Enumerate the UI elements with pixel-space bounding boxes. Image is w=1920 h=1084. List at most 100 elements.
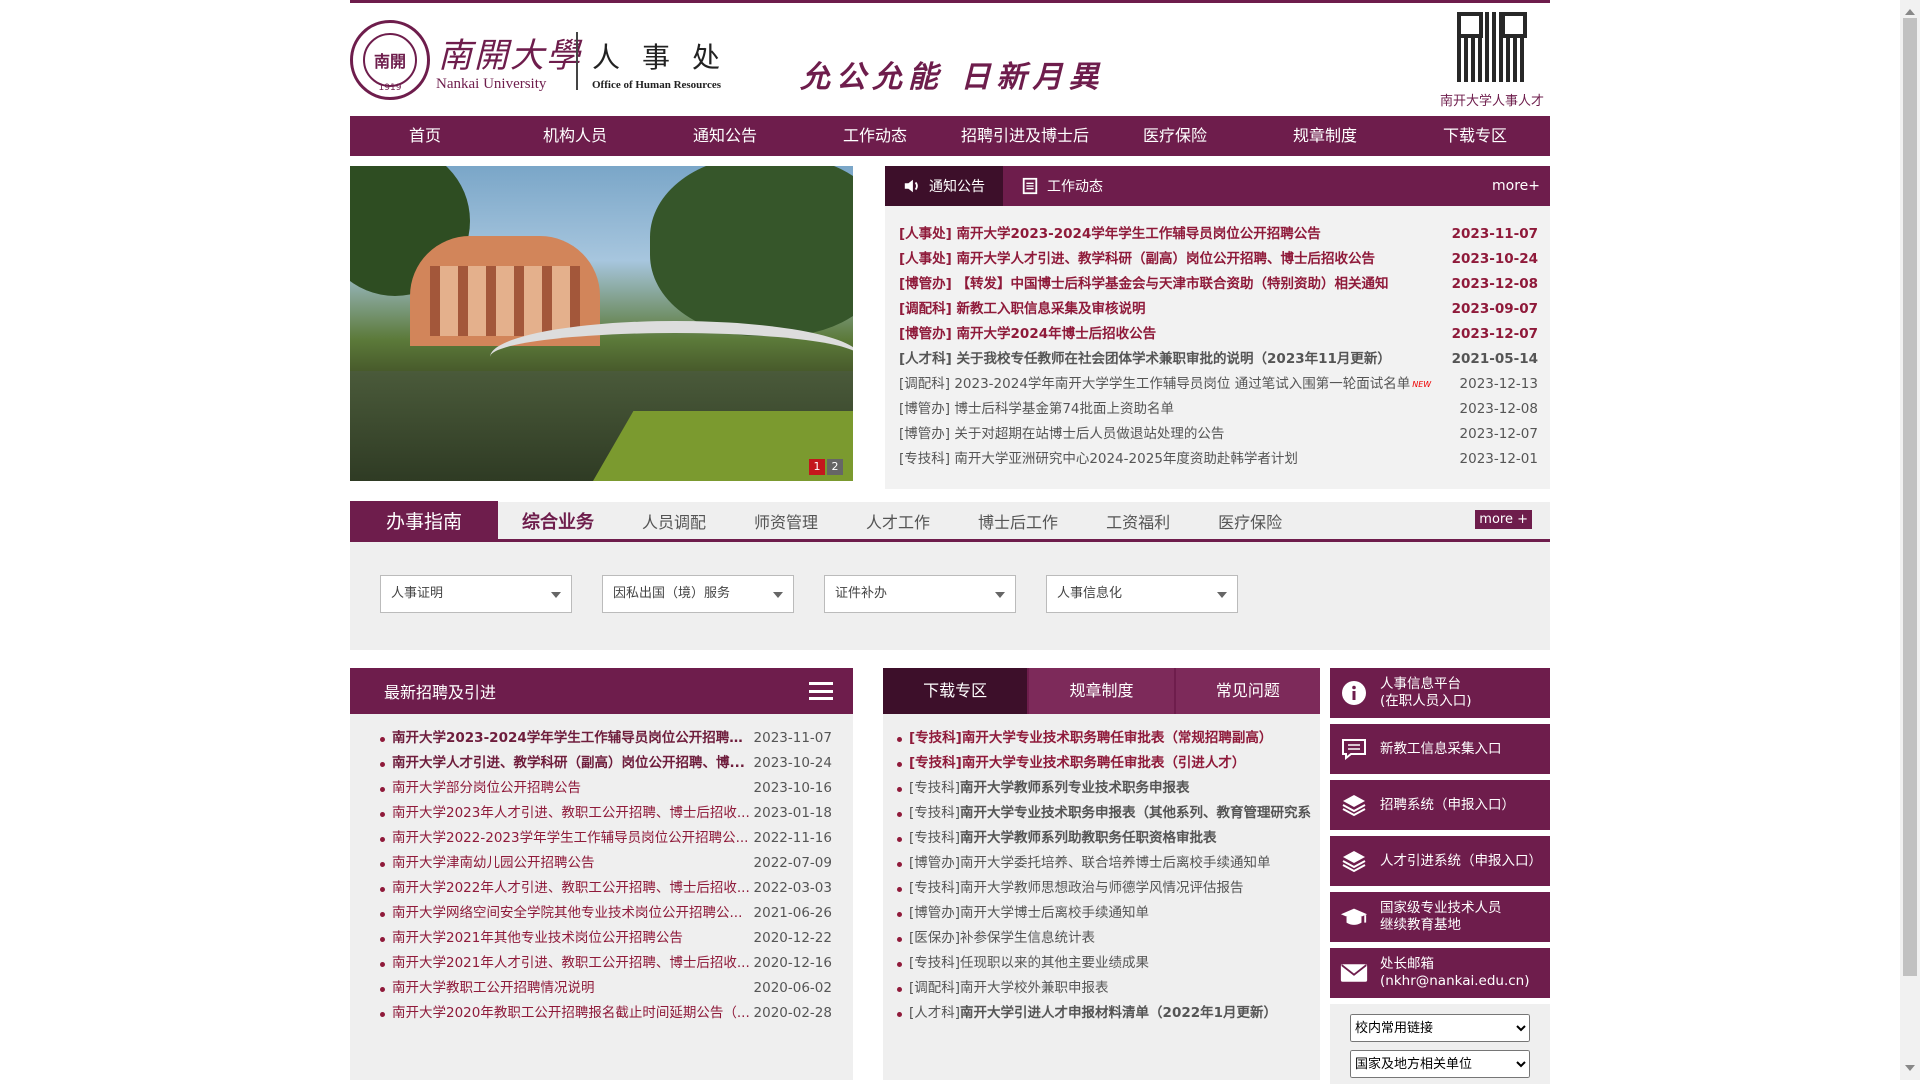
recruitment-item[interactable]: 南开大学2022年人才引进、教职工公开招聘、博士后招收... 2022-03-03	[378, 876, 853, 901]
banner-dot-1[interactable]: 1	[809, 459, 825, 475]
tab-general-business[interactable]: 综合业务	[498, 508, 618, 534]
notice-title[interactable]: [博管办] 【转发】中国博士后科学基金会与天津市联合资助（特别资助）相关通知	[899, 272, 1389, 297]
national-units-select[interactable]: 国家及地方相关单位	[1350, 1050, 1530, 1078]
recruitment-item[interactable]: 南开大学2022-2023学年学生工作辅导员岗位公开招聘公... 2022-11-…	[378, 826, 853, 851]
notice-item[interactable]: [调配科] 新教工入职信息采集及审核说明 2023-09-07	[899, 297, 1538, 322]
recruitment-title-link[interactable]: 南开大学教职工公开招聘情况说明	[392, 976, 752, 1001]
recruitment-item[interactable]: 南开大学2023年人才引进、教职工公开招聘、博士后招收... 2023-01-18	[378, 801, 853, 826]
nav-home[interactable]: 首页	[350, 116, 500, 156]
download-item[interactable]: [专技科]南开大学教师系列专业技术职务申报表	[895, 776, 1320, 801]
download-item[interactable]: [专技科]南开大学专业技术职务聘任审批表（引进人才）	[895, 751, 1320, 776]
recruitment-system-button[interactable]: 招聘系统（申报入口）	[1330, 780, 1550, 830]
director-mailbox-button[interactable]: 处长邮箱 (nkhr@nankai.edu.cn)	[1330, 948, 1550, 998]
notice-item[interactable]: [专技科] 南开大学亚洲研究中心2024-2025年度资助赴韩学者计划 2023-…	[899, 447, 1538, 472]
notice-title[interactable]: [人事处] 南开大学2023-2024学年学生工作辅导员岗位公开招聘公告	[899, 222, 1321, 247]
tab-postdoc-work[interactable]: 博士后工作	[954, 509, 1082, 533]
notice-title[interactable]: [人事处] 南开大学人才引进、教学科研（副高）岗位公开招聘、博士后招收公告	[899, 247, 1375, 272]
select-hr-certificate[interactable]: 人事证明	[380, 575, 572, 613]
tab-faculty-management[interactable]: 师资管理	[730, 509, 842, 533]
download-title[interactable]: 南开大学教师系列专业技术职务申报表	[960, 780, 1190, 796]
university-seal-logo[interactable]: 南開 1919	[350, 20, 430, 100]
download-title[interactable]: 南开大学校外兼职申报表	[960, 980, 1109, 996]
nav-downloads[interactable]: 下载专区	[1400, 116, 1550, 156]
guide-more-button[interactable]: more +	[1475, 510, 1532, 529]
scrollbar-thumb[interactable]	[1903, 18, 1917, 976]
tab-staff-allocation[interactable]: 人员调配	[618, 509, 730, 533]
download-title[interactable]: 补参保学生信息统计表	[960, 930, 1095, 946]
download-title[interactable]: 南开大学专业技术职务聘任审批表（常规招聘副高）	[962, 730, 1273, 746]
download-item[interactable]: [博管办]南开大学委托培养、联合培养博士后离校手续通知单	[895, 851, 1320, 876]
notice-item[interactable]: [博管办] 【转发】中国博士后科学基金会与天津市联合资助（特别资助）相关通知 20…	[899, 272, 1538, 297]
scroll-down-arrow-icon[interactable]	[1905, 1065, 1915, 1076]
recruitment-item[interactable]: 南开大学津南幼儿园公开招聘公告 2022-07-09	[378, 851, 853, 876]
continuing-education-button[interactable]: 国家级专业技术人员 继续教育基地	[1330, 892, 1550, 942]
nav-medical-insurance[interactable]: 医疗保险	[1100, 116, 1250, 156]
tab-faq[interactable]: 常见问题	[1175, 668, 1320, 714]
recruitment-title-link[interactable]: 南开大学2022-2023学年学生工作辅导员岗位公开招聘公...	[392, 826, 752, 851]
tab-notices[interactable]: 通知公告	[885, 166, 1003, 206]
download-item[interactable]: [人才科]南开大学引进人才申报材料清单（2022年1月更新）	[895, 1001, 1320, 1026]
notice-title[interactable]: [博管办] 关于对超期在站博士后人员做退站处理的公告	[899, 422, 1224, 447]
tab-regulations[interactable]: 规章制度	[1029, 668, 1174, 714]
select-document-reissue[interactable]: 证件补办	[824, 575, 1016, 613]
notice-item[interactable]: [人才科] 关于我校专任教师在社会团体学术兼职审批的说明（2023年11月更新）…	[899, 347, 1538, 372]
recruitment-title-link[interactable]: 南开大学人才引进、教学科研（副高）岗位公开招聘、博...	[392, 751, 752, 776]
scroll-up-arrow-icon[interactable]	[1905, 4, 1915, 15]
tab-medical-insurance[interactable]: 医疗保险	[1194, 509, 1306, 533]
notice-title[interactable]: [调配科] 新教工入职信息采集及审核说明	[899, 297, 1146, 322]
notice-item[interactable]: [调配科] 2023-2024学年南开大学学生工作辅导员岗位 通过笔试入围第一轮…	[899, 372, 1538, 397]
notice-item[interactable]: [博管办] 关于对超期在站博士后人员做退站处理的公告 2023-12-07	[899, 422, 1538, 447]
recruitment-title-link[interactable]: 南开大学2023年人才引进、教职工公开招聘、博士后招收...	[392, 801, 752, 826]
nav-regulations[interactable]: 规章制度	[1250, 116, 1400, 156]
recruitment-item[interactable]: 南开大学网络空间安全学院其他专业技术岗位公开招聘公... 2021-06-26	[378, 901, 853, 926]
campus-links-select[interactable]: 校内常用链接	[1350, 1014, 1530, 1042]
recruitment-title-link[interactable]: 南开大学2021年其他专业技术岗位公开招聘公告	[392, 926, 752, 951]
recruitment-item[interactable]: 南开大学教职工公开招聘情况说明 2020-06-02	[378, 976, 853, 1001]
tab-downloads[interactable]: 下载专区	[883, 668, 1028, 714]
select-overseas-travel[interactable]: 因私出国（境）服务	[602, 575, 794, 613]
download-item[interactable]: [专技科]南开大学专业技术职务申报表（其他系列、教育管理研究系	[895, 801, 1320, 826]
recruitment-item[interactable]: 南开大学部分岗位公开招聘公告 2023-10-16	[378, 776, 853, 801]
notice-title[interactable]: [博管办] 博士后科学基金第74批面上资助名单	[899, 397, 1174, 422]
banner-dot-2[interactable]: 2	[827, 459, 843, 475]
download-item[interactable]: [调配科]南开大学校外兼职申报表	[895, 976, 1320, 1001]
recruitment-title-link[interactable]: 南开大学2021年人才引进、教职工公开招聘、博士后招收...	[392, 951, 752, 976]
menu-icon[interactable]	[809, 682, 833, 700]
vertical-scrollbar[interactable]	[1900, 0, 1920, 1080]
nav-recruitment[interactable]: 招聘引进及博士后	[950, 116, 1100, 156]
download-item[interactable]: [医保办]补参保学生信息统计表	[895, 926, 1320, 951]
download-title[interactable]: 南开大学委托培养、联合培养博士后离校手续通知单	[960, 855, 1271, 871]
download-item[interactable]: [博管办]南开大学博士后离校手续通知单	[895, 901, 1320, 926]
download-item[interactable]: [专技科]南开大学教师思想政治与师德学风情况评估报告	[895, 876, 1320, 901]
download-title[interactable]: 南开大学教师思想政治与师德学风情况评估报告	[960, 880, 1244, 896]
select-hr-informatization[interactable]: 人事信息化	[1046, 575, 1238, 613]
notice-title[interactable]: [人才科] 关于我校专任教师在社会团体学术兼职审批的说明（2023年11月更新）	[899, 347, 1391, 372]
recruitment-item[interactable]: 南开大学人才引进、教学科研（副高）岗位公开招聘、博... 2023-10-24	[378, 751, 853, 776]
notice-title[interactable]: [专技科] 南开大学亚洲研究中心2024-2025年度资助赴韩学者计划	[899, 447, 1298, 472]
download-item[interactable]: [专技科]任现职以来的其他主要业绩成果	[895, 951, 1320, 976]
recruitment-title-link[interactable]: 南开大学2022年人才引进、教职工公开招聘、博士后招收...	[392, 876, 752, 901]
notice-title[interactable]: [博管办] 南开大学2024年博士后招收公告	[899, 322, 1156, 347]
recruitment-title-link[interactable]: 南开大学2023-2024学年学生工作辅导员岗位公开招聘公...	[392, 726, 752, 751]
recruitment-item[interactable]: 南开大学2023-2024学年学生工作辅导员岗位公开招聘公... 2023-11-…	[378, 726, 853, 751]
notice-more-link[interactable]: more+	[1492, 178, 1540, 194]
recruitment-item[interactable]: 南开大学2021年人才引进、教职工公开招聘、博士后招收... 2020-12-16	[378, 951, 853, 976]
notice-item[interactable]: [人事处] 南开大学2023-2024学年学生工作辅导员岗位公开招聘公告 2023…	[899, 222, 1538, 247]
tab-salary-welfare[interactable]: 工资福利	[1082, 509, 1194, 533]
download-title[interactable]: 南开大学教师系列助教职务任职资格审批表	[960, 830, 1217, 846]
notice-title[interactable]: [调配科] 2023-2024学年南开大学学生工作辅导员岗位 通过笔试入围第一轮…	[899, 372, 1410, 397]
download-item[interactable]: [专技科]南开大学教师系列助教职务任职资格审批表	[895, 826, 1320, 851]
new-staff-info-button[interactable]: 新教工信息采集入口	[1330, 724, 1550, 774]
recruitment-title-link[interactable]: 南开大学2020年教职工公开招聘报名截止时间延期公告（...	[392, 1001, 752, 1026]
recruitment-item[interactable]: 南开大学2021年其他专业技术岗位公开招聘公告 2020-12-22	[378, 926, 853, 951]
nav-news[interactable]: 工作动态	[800, 116, 950, 156]
download-title[interactable]: 南开大学专业技术职务申报表（其他系列、教育管理研究系	[960, 805, 1311, 821]
nav-notices[interactable]: 通知公告	[650, 116, 800, 156]
download-title[interactable]: 任现职以来的其他主要业绩成果	[960, 955, 1149, 971]
notice-item[interactable]: [博管办] 南开大学2024年博士后招收公告 2023-12-07	[899, 322, 1538, 347]
download-title[interactable]: 南开大学引进人才申报材料清单（2022年1月更新）	[960, 1005, 1277, 1021]
notice-item[interactable]: [人事处] 南开大学人才引进、教学科研（副高）岗位公开招聘、博士后招收公告 202…	[899, 247, 1538, 272]
nav-organization[interactable]: 机构人员	[500, 116, 650, 156]
tab-news[interactable]: 工作动态	[1003, 166, 1121, 206]
download-title[interactable]: 南开大学专业技术职务聘任审批表（引进人才）	[962, 755, 1246, 771]
